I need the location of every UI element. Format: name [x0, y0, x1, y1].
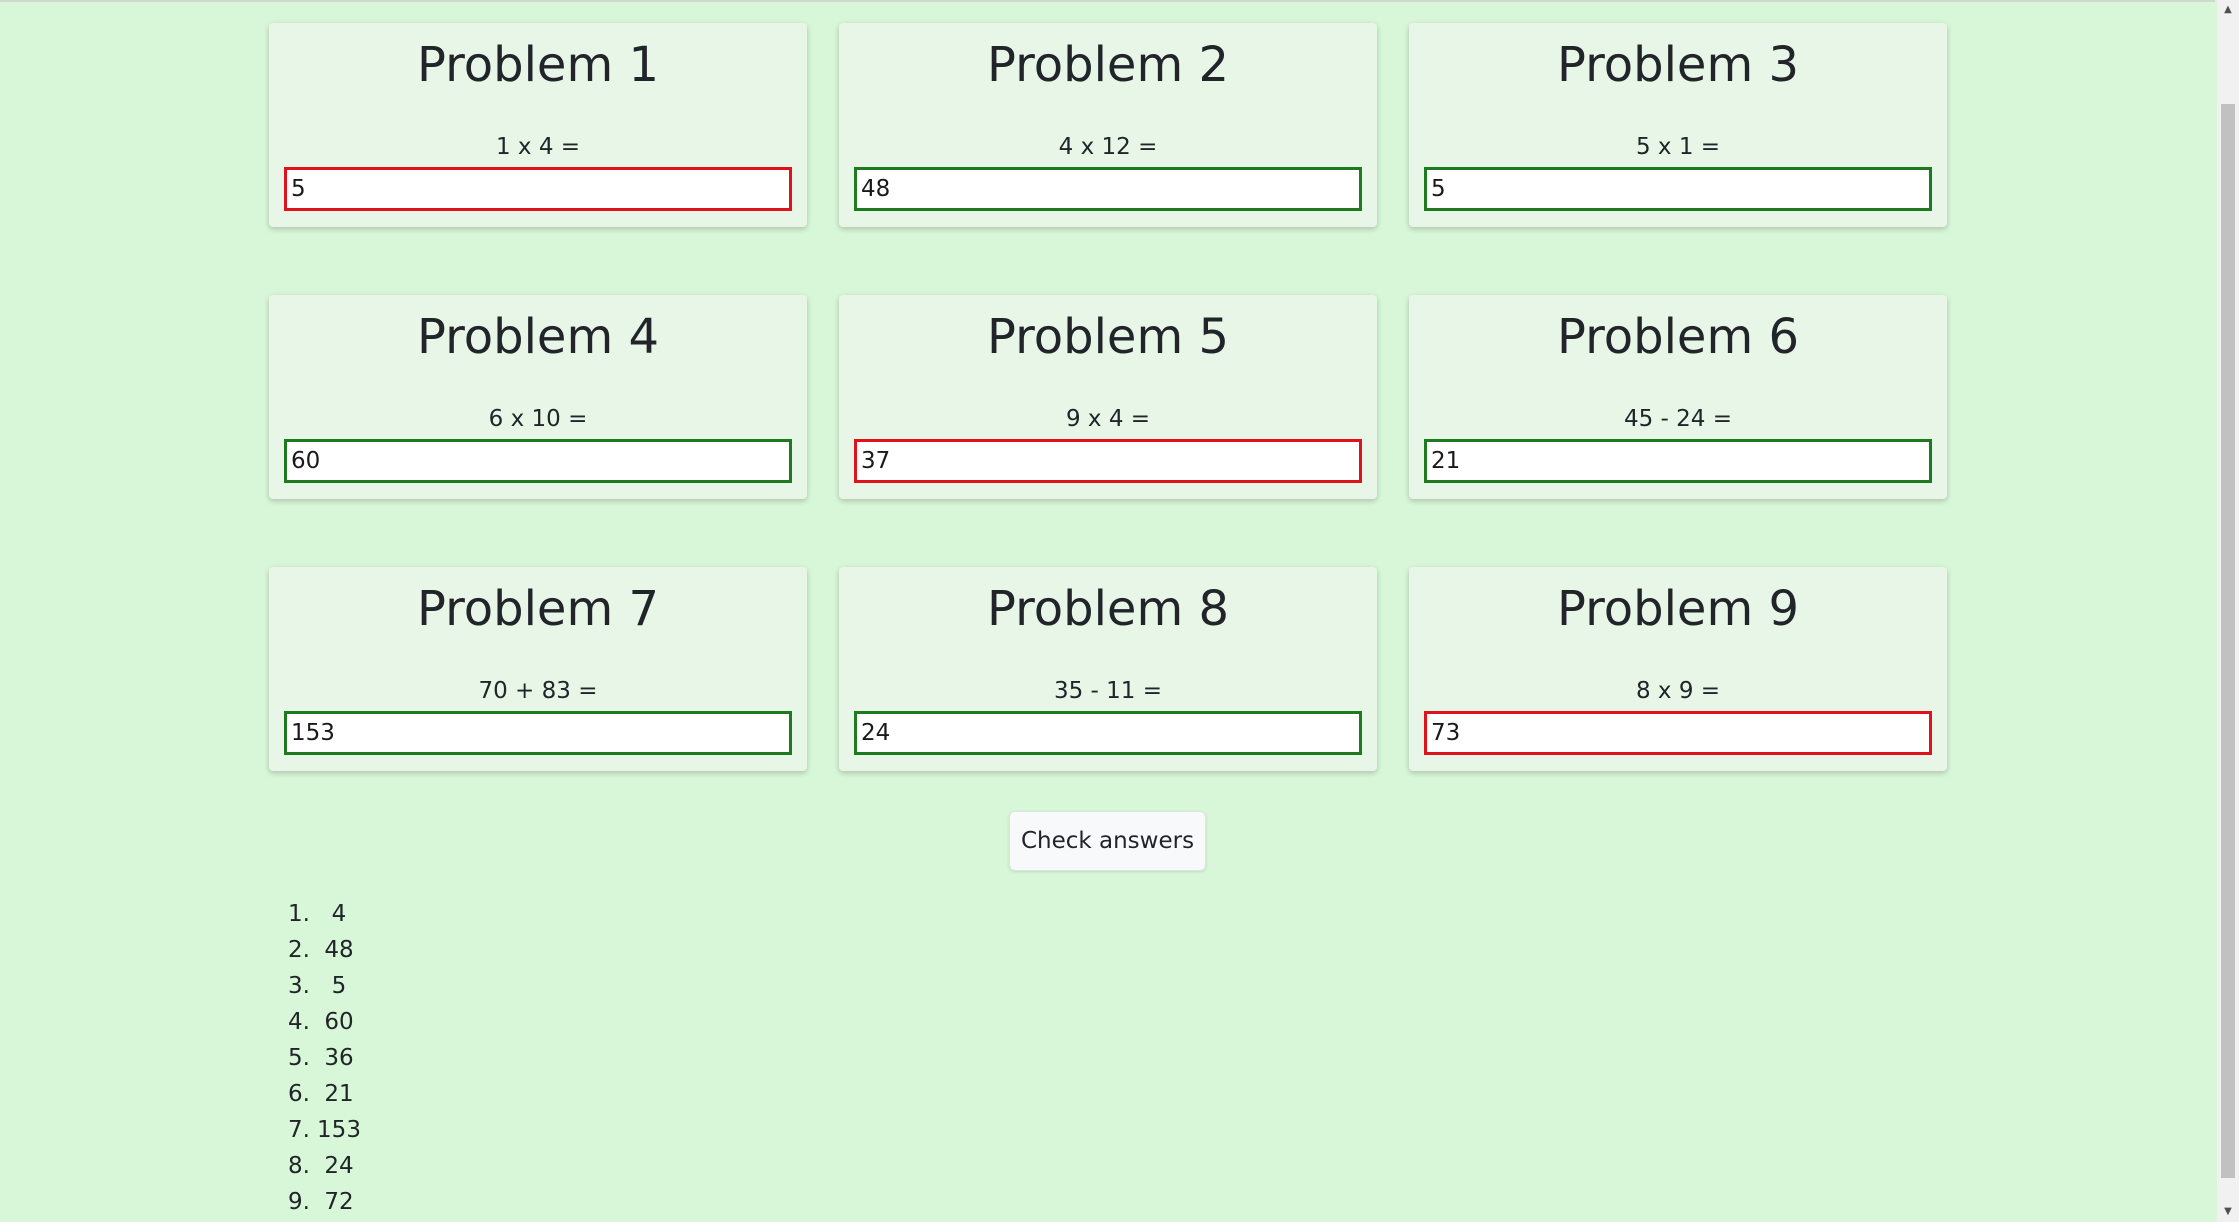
problem-card-5: Problem 5 9 x 4 =	[839, 295, 1377, 499]
answer-key-value: 153	[317, 1117, 361, 1143]
problem-title: Problem 3	[1556, 37, 1800, 93]
answer-input-4[interactable]	[284, 439, 792, 483]
answer-key-item: 2. 48	[288, 932, 364, 968]
answer-input-8[interactable]	[854, 711, 1362, 755]
check-answers-button[interactable]: Check answers	[1009, 811, 1206, 871]
answer-key-value: 24	[324, 1153, 354, 1179]
problem-title: Problem 6	[1556, 309, 1800, 365]
problem-title: Problem 5	[986, 309, 1230, 365]
answer-input-6[interactable]	[1424, 439, 1932, 483]
answer-key-number: 9.	[288, 1189, 310, 1215]
answer-key-item: 4. 60	[288, 1004, 364, 1040]
problem-card-2: Problem 2 4 x 12 =	[839, 23, 1377, 227]
problem-expression: 35 - 11 =	[1053, 678, 1163, 704]
problem-expression: 8 x 9 =	[1635, 678, 1721, 704]
answer-key-item: 1. 4	[288, 896, 364, 932]
answer-key-value: 21	[324, 1081, 354, 1107]
problem-title: Problem 4	[416, 309, 660, 365]
answer-input-1[interactable]	[284, 167, 792, 211]
answer-key-value: 5	[331, 973, 347, 999]
problem-expression: 5 x 1 =	[1635, 134, 1721, 160]
scroll-up-arrow-icon[interactable]: ▲	[2217, 0, 2239, 20]
problem-card-6: Problem 6 45 - 24 =	[1409, 295, 1947, 499]
answer-key-item: 9. 72	[288, 1184, 364, 1220]
problem-expression: 6 x 10 =	[488, 406, 588, 432]
answer-key-value: 36	[324, 1045, 354, 1071]
answer-key-item: 3. 5	[288, 968, 364, 1004]
problem-card-1: Problem 1 1 x 4 =	[269, 23, 807, 227]
problem-card-4: Problem 4 6 x 10 =	[269, 295, 807, 499]
answer-input-5[interactable]	[854, 439, 1362, 483]
answer-key-number: 2.	[288, 937, 310, 963]
vertical-scrollbar[interactable]: ▲ ▼	[2217, 0, 2239, 1222]
problem-card-9: Problem 9 8 x 9 =	[1409, 567, 1947, 771]
scrollbar-thumb[interactable]	[2221, 104, 2235, 1178]
answer-key-value: 72	[324, 1189, 354, 1215]
problem-grid: Problem 1 1 x 4 = Problem 2 4 x 12 = Pro…	[269, 23, 1947, 771]
scroll-down-arrow-icon[interactable]: ▼	[2217, 1202, 2239, 1222]
answer-key-number: 5.	[288, 1045, 310, 1071]
answer-key-number: 4.	[288, 1009, 310, 1035]
answer-input-7[interactable]	[284, 711, 792, 755]
answer-key-number: 3.	[288, 973, 310, 999]
problem-card-3: Problem 3 5 x 1 =	[1409, 23, 1947, 227]
problem-title: Problem 2	[986, 37, 1230, 93]
problem-card-7: Problem 7 70 + 83 =	[269, 567, 807, 771]
answer-input-9[interactable]	[1424, 711, 1932, 755]
problem-expression: 70 + 83 =	[478, 678, 598, 704]
answer-key-item: 5. 36	[288, 1040, 364, 1076]
answer-key-value: 48	[324, 937, 354, 963]
problem-title: Problem 9	[1556, 581, 1800, 637]
answer-key-number: 8.	[288, 1153, 310, 1179]
answer-key-list: 1. 4 2. 48 3. 5 4. 60 5. 36 6. 21 7. 153 8. 24 9…	[288, 896, 364, 1220]
top-border	[0, 0, 2215, 2]
answer-key-number: 7.	[288, 1117, 310, 1143]
answer-key-item: 8. 24	[288, 1148, 364, 1184]
problem-title: Problem 7	[416, 581, 660, 637]
problem-card-8: Problem 8 35 - 11 =	[839, 567, 1377, 771]
answer-key-value: 4	[331, 901, 347, 927]
answer-input-3[interactable]	[1424, 167, 1932, 211]
problem-expression: 4 x 12 =	[1058, 134, 1158, 160]
problem-title: Problem 8	[986, 581, 1230, 637]
answer-key-item: 6. 21	[288, 1076, 364, 1112]
problem-title: Problem 1	[416, 37, 660, 93]
problem-expression: 45 - 24 =	[1623, 406, 1733, 432]
answer-key-number: 6.	[288, 1081, 310, 1107]
answer-key-value: 60	[324, 1009, 354, 1035]
answer-key-number: 1.	[288, 901, 310, 927]
answer-key-item: 7. 153	[288, 1112, 364, 1148]
page: Problem 1 1 x 4 = Problem 2 4 x 12 = Pro…	[0, 0, 2239, 1222]
problem-expression: 9 x 4 =	[1065, 406, 1151, 432]
problem-expression: 1 x 4 =	[495, 134, 581, 160]
answer-input-2[interactable]	[854, 167, 1362, 211]
